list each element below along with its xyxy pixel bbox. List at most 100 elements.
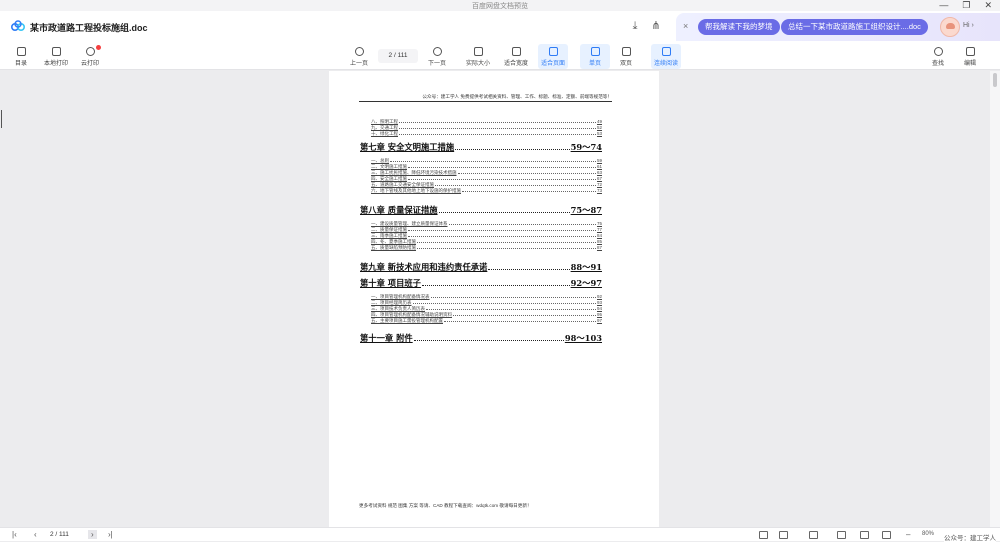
- toc-entry-page: 87: [596, 245, 602, 250]
- fit-width-view-icon[interactable]: [837, 531, 846, 539]
- toc-entry-title: 十、绿化工程: [371, 131, 398, 136]
- toc-entry-page: 67: [596, 176, 602, 181]
- toc-leader-dots: [412, 303, 596, 304]
- prev-page-button[interactable]: 上一页: [344, 44, 374, 69]
- continuous-read-icon: [661, 47, 671, 56]
- last-page-icon[interactable]: ›|: [108, 530, 113, 539]
- toc-leader-dots: [417, 242, 596, 243]
- toc-leader-dots: [488, 269, 570, 270]
- ai-suggestion-summarize[interactable]: 总结一下某市政道路施工组织设计....doc: [781, 19, 928, 35]
- toc-entry-page: 61: [596, 164, 602, 169]
- toc-entry-page: 53: [596, 131, 602, 136]
- double-page-button[interactable]: 双页: [611, 44, 641, 69]
- fit-width-icon: [511, 47, 521, 56]
- actual-size-view-icon[interactable]: [882, 531, 891, 539]
- toc-section-row: 十、绿化工程 53: [371, 131, 602, 136]
- toc-section-row: 三、项目技术负责人简历表 94: [371, 306, 602, 311]
- toc-chapter-row: 第八章 质量保证措施 75～87: [360, 204, 602, 216]
- status-bar: |‹ ‹ 2 / 111 › ›| – 80%: [0, 527, 1000, 541]
- scrollbar-thumb[interactable]: [993, 73, 997, 87]
- toc-section-row: 六、地下管线及其他地上地下设施的保护措施 73: [371, 188, 602, 193]
- toc-leader-dots: [399, 128, 596, 129]
- fit-width-button[interactable]: 适合宽度: [501, 44, 531, 69]
- next-page-icon[interactable]: ›: [88, 530, 97, 539]
- side-handle[interactable]: [1, 110, 2, 128]
- toc-chapter-row: 第十章 项目班子 92～97: [360, 277, 602, 289]
- zoom-out-icon[interactable]: –: [906, 530, 910, 539]
- toc-leader-dots: [457, 173, 596, 174]
- toc-entry-page: 92～97: [570, 278, 602, 288]
- close-icon[interactable]: ✕: [984, 0, 992, 11]
- toc-leader-dots: [408, 179, 596, 180]
- search-icon: [933, 47, 943, 56]
- toc-section-row: 一、总则 59: [371, 158, 602, 163]
- actual-size-button[interactable]: 实际大小: [463, 44, 493, 69]
- toc-entry-title: 第十章 项目班子: [360, 278, 421, 288]
- first-page-icon[interactable]: |‹: [12, 530, 17, 539]
- local-print-button[interactable]: 本地打印: [41, 44, 71, 69]
- cloud-print-icon: [85, 47, 95, 56]
- toc-entry-page: 49: [596, 119, 602, 124]
- toc-entry-title: 五、主要项目施工需投管理机构配置: [371, 318, 443, 323]
- reader-toolbar: 目录 本地打印 云打印 上一页 下一页 实际大小 适合宽度 适合页面 单页 双页…: [0, 42, 1000, 70]
- zoom-level[interactable]: 80%: [922, 531, 934, 537]
- toc-entry-title: 第八章 质量保证措施: [360, 205, 438, 215]
- vertical-scrollbar[interactable]: [990, 71, 1000, 527]
- toc-section-row: 五、质量缺陷预防措施 87: [371, 245, 602, 250]
- toc-button[interactable]: 目录: [6, 44, 36, 69]
- toc-entry-page: 92: [596, 294, 602, 299]
- fit-page-view-icon[interactable]: [860, 531, 869, 539]
- ai-suggestion-dream[interactable]: 帮我解读下我的梦境: [698, 19, 780, 35]
- restore-icon[interactable]: ❐: [962, 0, 970, 11]
- continuous-view-icon[interactable]: [809, 531, 818, 539]
- next-page-button[interactable]: 下一页: [422, 44, 452, 69]
- window-titlebar: 百度网盘文档预览 — ❐ ✕: [0, 0, 1000, 11]
- toc-entry-title: 五、质量缺陷预防措施: [371, 245, 416, 250]
- toc-section-row: 四、项目管理机构配备情况辅助说明资料 95: [371, 312, 602, 317]
- assistant-greeting[interactable]: Hi ›: [963, 22, 974, 29]
- toc-icon: [16, 47, 26, 56]
- toc-section-row: 一、项目管理机构配备情况表 92: [371, 294, 602, 299]
- toc-section-row: 一、建设质量管理、建立质量保证体系 75: [371, 221, 602, 226]
- fit-page-button[interactable]: 适合页面: [538, 44, 568, 69]
- assistant-avatar[interactable]: [940, 17, 960, 37]
- toc-leader-dots: [430, 297, 596, 298]
- toc-entry-title: 第七章 安全文明施工措施: [360, 142, 455, 152]
- single-page-view-icon[interactable]: [759, 531, 768, 539]
- toc-leader-dots: [448, 224, 596, 225]
- actual-size-icon: [473, 47, 483, 56]
- toc-section-row: 四、冬、夏季施工措施 85: [371, 239, 602, 244]
- toc-section-row: 八、照明工程 49: [371, 119, 602, 124]
- page-number-input[interactable]: 2 / 111: [378, 49, 418, 63]
- toc-entry-page: 59～74: [570, 142, 602, 152]
- double-page-view-icon[interactable]: [779, 531, 788, 539]
- status-page-indicator[interactable]: 2 / 111: [50, 531, 69, 538]
- share-icon[interactable]: ⋔: [649, 19, 663, 33]
- toc-chapter-row: 第十一章 附件 98～103: [360, 332, 602, 344]
- toc-leader-dots: [421, 285, 570, 286]
- edit-icon: [965, 47, 975, 56]
- toc-entry-title: 第九章 新技术应用和违约责任承诺: [360, 262, 488, 272]
- prev-page-icon[interactable]: ‹: [34, 530, 37, 539]
- toc-entry-page: 52: [596, 125, 602, 130]
- toc-entry-page: 98～103: [564, 333, 602, 343]
- toc-leader-dots: [408, 230, 596, 231]
- ai-panel-close-button[interactable]: ×: [683, 21, 688, 31]
- toc-section-row: 三、施工扰民措施、降低环境污染技术措施 63: [371, 170, 602, 175]
- edit-button[interactable]: 编辑: [955, 44, 985, 69]
- toc-leader-dots: [408, 236, 596, 237]
- toc-entry-title: 第十一章 附件: [360, 333, 413, 343]
- toc-leader-dots: [438, 212, 570, 213]
- single-page-button[interactable]: 单页: [580, 44, 610, 69]
- continuous-read-button[interactable]: 连续阅读: [651, 44, 681, 69]
- search-button[interactable]: 查找: [923, 44, 953, 69]
- toc-leader-dots: [444, 321, 596, 322]
- toc-entry-page: 93: [596, 300, 602, 305]
- double-page-icon: [621, 47, 631, 56]
- toc-section-row: 二、项目经理简历表 93: [371, 300, 602, 305]
- toc-entry-page: 75: [596, 221, 602, 226]
- toc-section-row: 三、雨季施工措施 84: [371, 233, 602, 238]
- download-icon[interactable]: ⤓: [628, 19, 642, 33]
- minimize-icon[interactable]: —: [939, 0, 948, 11]
- toc-leader-dots: [426, 309, 596, 310]
